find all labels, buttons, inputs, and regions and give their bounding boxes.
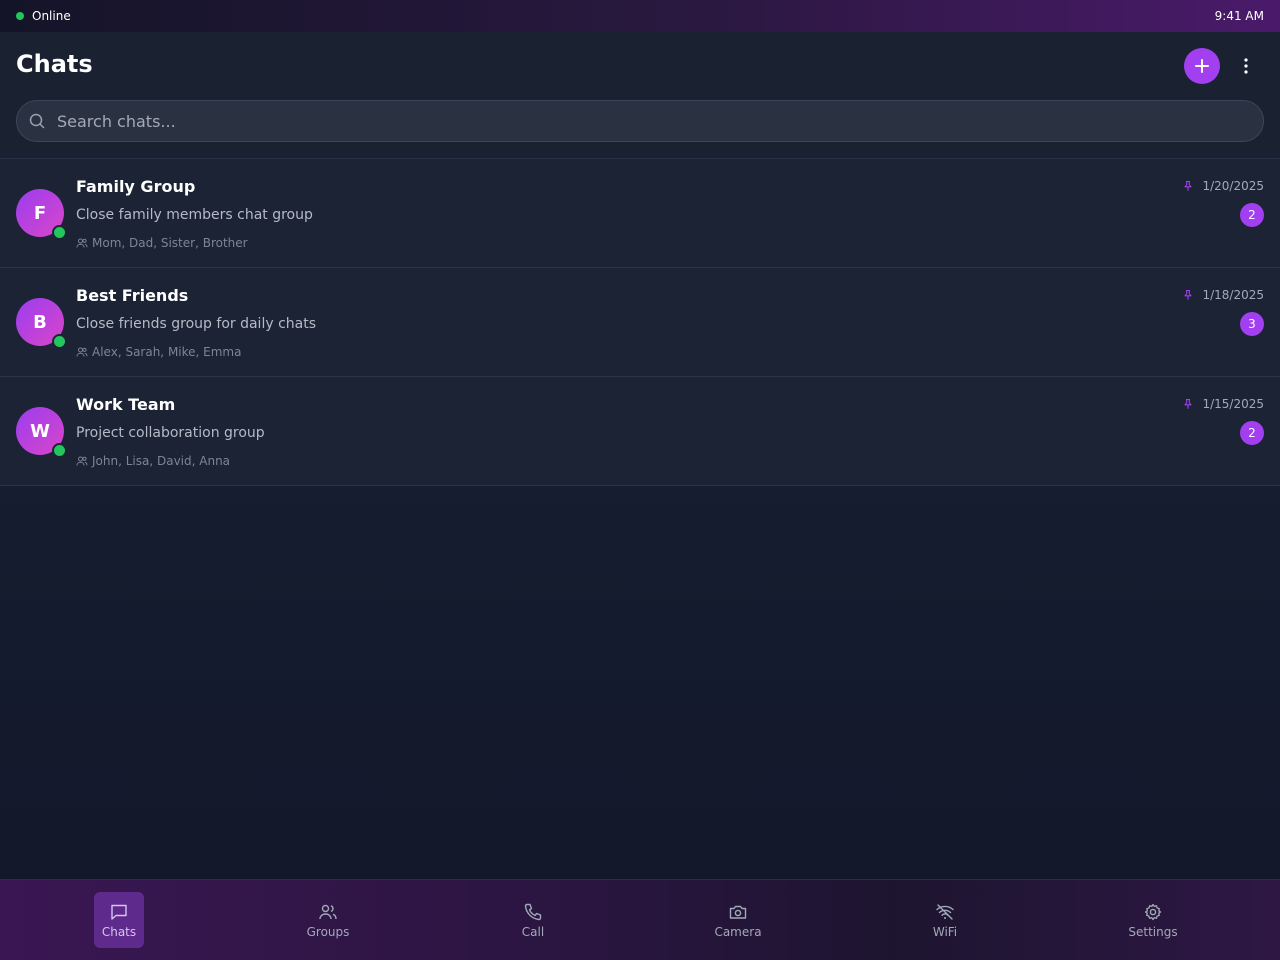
new-chat-button[interactable] [1184, 48, 1220, 84]
more-vertical-icon [1244, 58, 1248, 74]
online-status-dot [16, 12, 24, 20]
chat-date: 1/20/2025 [1202, 179, 1264, 193]
nav-item-wifi[interactable]: WiFi [915, 892, 975, 948]
nav-item-settings[interactable]: Settings [1123, 892, 1183, 948]
nav-item-call[interactable]: Call [503, 892, 563, 948]
chat-name: Work Team [76, 395, 176, 414]
nav-item-camera[interactable]: Camera [708, 892, 768, 948]
chat-members: Mom, Dad, Sister, Brother [76, 236, 248, 250]
members-list: Alex, Sarah, Mike, Emma [92, 345, 242, 359]
chat-meta: 1/18/2025 [1182, 288, 1264, 302]
plus-icon [1195, 59, 1209, 73]
chat-description: Close family members chat group [76, 207, 313, 223]
chat-description: Close friends group for daily chats [76, 316, 317, 332]
gear-icon [1144, 903, 1162, 920]
status-bar: Online 9:41 AM [0, 0, 1280, 32]
pin-icon [1184, 289, 1193, 300]
phone-icon [524, 903, 542, 920]
nav-label: WiFi [932, 924, 958, 939]
chat-item-family-group[interactable]: F Family Group Close family members chat… [0, 159, 1280, 268]
clock: 9:41 AM [1214, 9, 1264, 23]
chat-name: Best Friends [76, 286, 189, 305]
nav-item-groups[interactable]: Groups [298, 892, 358, 948]
users-icon [76, 238, 88, 248]
search-icon [29, 113, 45, 129]
nav-label: Chats [101, 924, 137, 939]
chat-members: Alex, Sarah, Mike, Emma [76, 345, 241, 359]
chat-date: 1/15/2025 [1202, 397, 1264, 411]
chat-meta: 1/20/2025 [1182, 179, 1264, 193]
search-input[interactable] [57, 101, 1247, 141]
chat-members: John, Lisa, David, Anna [76, 454, 230, 468]
wifi-off-icon [936, 903, 954, 920]
nav-label: Settings [1128, 924, 1178, 939]
nav-label: Camera [714, 924, 762, 939]
online-indicator [52, 225, 67, 240]
search-box [16, 100, 1264, 142]
chat-date: 1/18/2025 [1202, 288, 1264, 302]
users-icon [319, 904, 337, 919]
users-icon [76, 347, 88, 357]
nav-label: Groups [306, 924, 350, 939]
header: Chats [0, 32, 1280, 159]
users-icon [76, 456, 88, 466]
chat-item-work-team[interactable]: W Work Team Project collaboration group … [0, 377, 1280, 486]
connection-label: Online [32, 9, 71, 23]
unread-badge: 2 [1240, 421, 1264, 445]
members-list: John, Lisa, David, Anna [92, 454, 231, 468]
more-options-button[interactable] [1232, 52, 1260, 80]
nav-item-chats[interactable]: Chats [94, 892, 144, 948]
online-indicator [52, 334, 67, 349]
unread-badge: 3 [1240, 312, 1264, 336]
bottom-nav: Chats Groups Call Camera WiFi Settings [0, 879, 1280, 960]
nav-label: Call [521, 924, 545, 939]
members-list: Mom, Dad, Sister, Brother [92, 236, 248, 250]
pin-icon [1184, 398, 1193, 409]
chat-name: Family Group [76, 177, 196, 196]
pin-icon [1184, 180, 1193, 191]
unread-badge: 2 [1240, 203, 1264, 227]
camera-icon [729, 905, 747, 919]
connection-status: Online [16, 9, 71, 23]
online-indicator [52, 443, 67, 458]
page-title: Chats [16, 50, 93, 78]
chat-meta: 1/15/2025 [1182, 397, 1264, 411]
chat-description: Project collaboration group [76, 425, 265, 441]
chat-item-best-friends[interactable]: B Best Friends Close friends group for d… [0, 268, 1280, 377]
chat-bubble-icon [111, 904, 127, 920]
chat-list: F Family Group Close family members chat… [0, 159, 1280, 486]
